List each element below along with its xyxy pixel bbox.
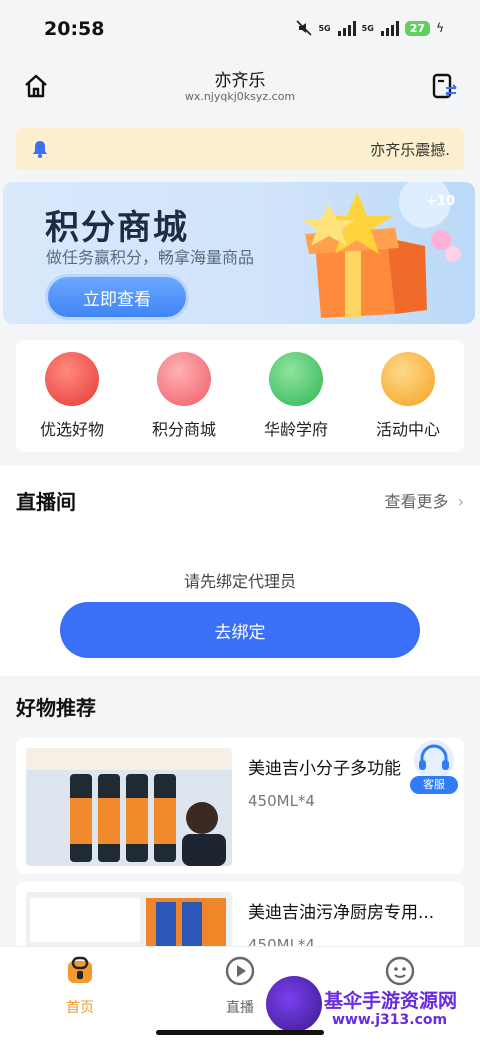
status-bar: 20:58 5G 5G 27 ϟ (0, 0, 480, 60)
category-academy[interactable]: 华龄学府 (240, 340, 352, 452)
home-indicator (156, 1030, 324, 1035)
recruit-icon (381, 352, 435, 406)
mute-icon (296, 20, 313, 36)
bind-hint: 请先绑定代理员 (183, 572, 296, 591)
page-title: 亦齐乐 (214, 71, 266, 91)
category-label: 积分商城 (151, 420, 216, 439)
site-watermark: 基伞手游资源网 www.j313.com (266, 976, 476, 1036)
product-spec: 450ML*4 (248, 792, 315, 810)
gift-icon (157, 352, 211, 406)
view-more-link[interactable]: 查看更多 › (384, 488, 464, 512)
recommend-title: 好物推荐 (16, 696, 96, 720)
category-activity-center[interactable]: 活动中心 (352, 340, 464, 452)
notice-bar[interactable]: 亦齐乐震撼. (16, 128, 464, 170)
notice-text: 亦齐乐震撼. (370, 141, 450, 159)
category-label: 华龄学府 (263, 420, 328, 439)
net-label-1: 5G (318, 23, 331, 33)
bind-agent-button[interactable]: 去绑定 (60, 602, 420, 658)
watermark-url: www.j313.com (332, 1012, 448, 1028)
customer-service-button[interactable]: 客服 (410, 738, 458, 794)
points-badge: +10 (426, 194, 455, 209)
category-selected-goods[interactable]: 优选好物 (16, 340, 128, 452)
product-card[interactable]: 美迪吉小分子多功能 450ML*4 (16, 738, 464, 874)
bell-icon (33, 141, 47, 158)
charging-icon: ϟ (436, 21, 444, 35)
signal-icon-2 (380, 20, 399, 36)
nav-bar: 亦齐乐 wx.njyqkj0ksyz.com (0, 60, 480, 112)
battery-indicator: 27 (404, 20, 431, 36)
play-icon (225, 956, 255, 986)
product-image (26, 748, 232, 866)
switch-icon[interactable] (430, 72, 458, 100)
view-now-button[interactable]: 立即查看 (45, 274, 189, 320)
category-grid: 优选好物 积分商城 华龄学府 活动中心 (16, 340, 464, 452)
customer-service-label: 客服 (410, 776, 458, 794)
banner-subtitle: 做任务赢积分，畅拿海量商品 (46, 248, 255, 267)
status-time: 20:58 (44, 18, 105, 40)
view-more-label: 查看更多 (384, 492, 449, 511)
watermark-title: 基伞手游资源网 (324, 990, 458, 1012)
shopping-bag-icon (45, 352, 99, 406)
home-tab-icon (68, 956, 92, 983)
product-name: 美迪吉油污净厨房专用... (248, 903, 435, 923)
live-title: 直播间 (16, 490, 76, 514)
recommend-section: 好物推荐 美迪吉小分子多功能 450ML*4 美迪吉油污净厨房专用... 450… (0, 676, 480, 962)
points-mall-banner[interactable]: 积分商城 做任务赢积分，畅拿海量商品 立即查看 +10 (3, 182, 475, 324)
tab-home[interactable]: 首页 (40, 955, 120, 1017)
signal-icon (337, 20, 356, 36)
watermark-logo (266, 976, 322, 1032)
badge-check-icon (269, 352, 323, 406)
category-label: 优选好物 (39, 420, 104, 439)
tab-label: 首页 (66, 1000, 94, 1016)
chevron-right-icon: › (457, 492, 464, 511)
banner-title: 积分商城 (45, 208, 189, 248)
page-url: wx.njyqkj0ksyz.com (184, 90, 296, 103)
category-label: 活动中心 (375, 420, 440, 439)
live-room-section: 直播间 查看更多 › 请先绑定代理员 去绑定 (0, 466, 480, 676)
net-label-2: 5G (361, 23, 374, 33)
status-icons: 5G 5G 27 ϟ (296, 20, 444, 36)
category-points-mall[interactable]: 积分商城 (128, 340, 240, 452)
